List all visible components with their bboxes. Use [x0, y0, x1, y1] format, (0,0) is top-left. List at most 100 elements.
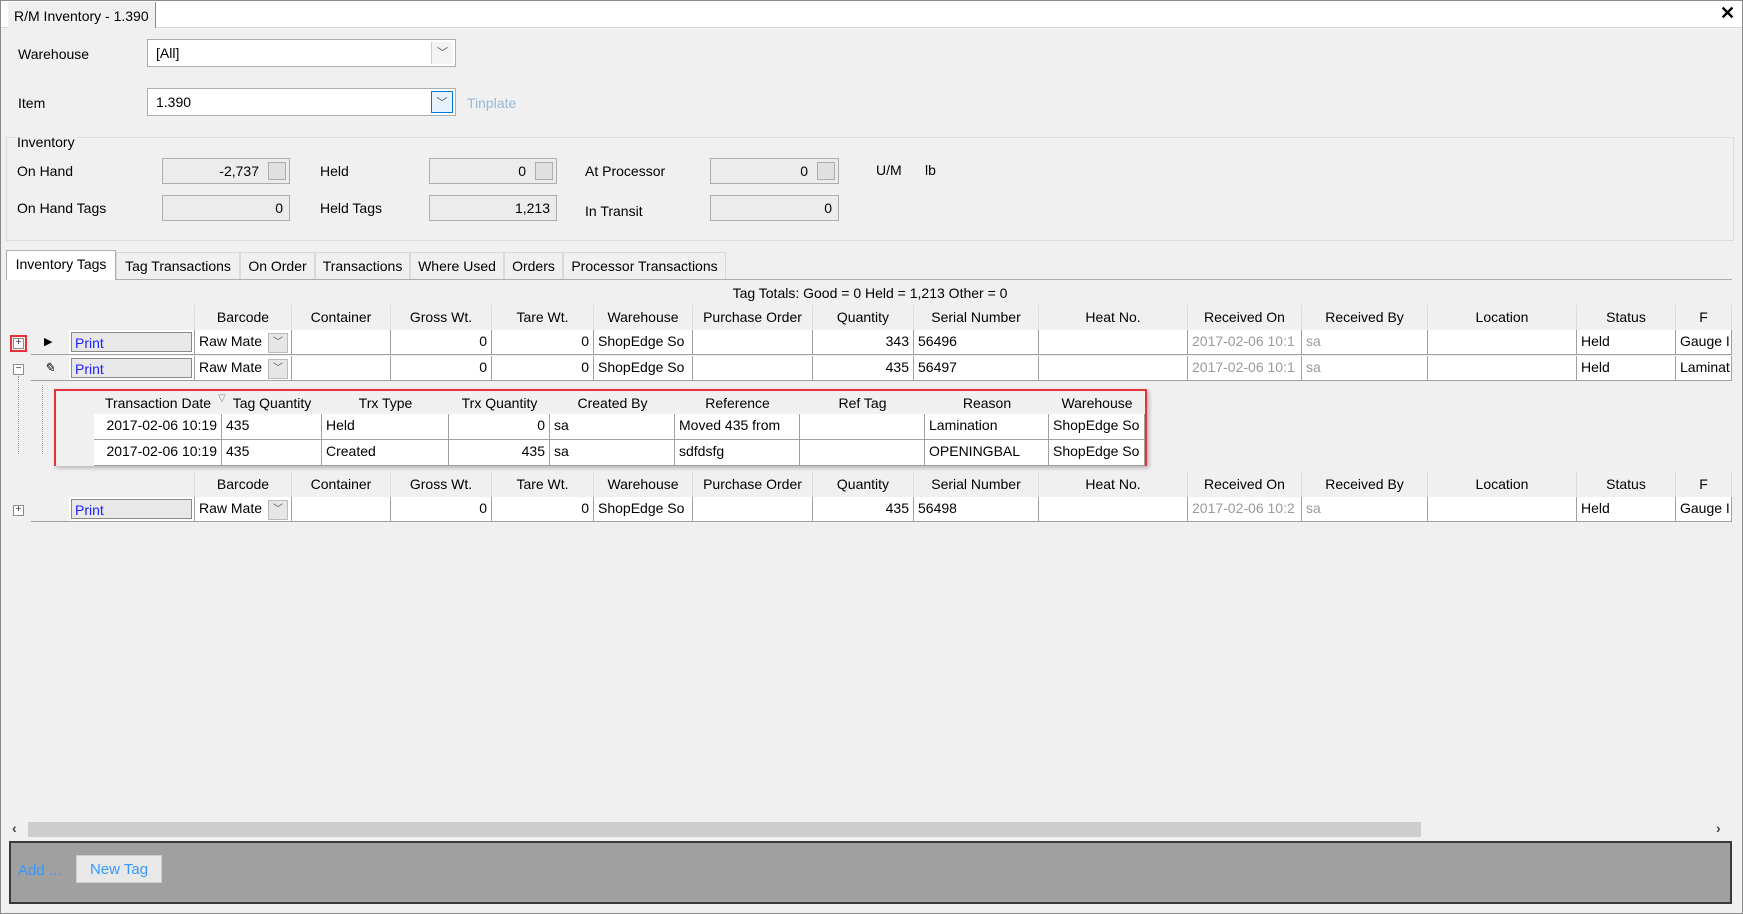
detail-cell: ShopEdge So: [1049, 440, 1145, 466]
tab-tag-transactions[interactable]: Tag Transactions: [116, 252, 240, 279]
scroll-left-icon[interactable]: ‹: [12, 820, 17, 836]
main-col-warehouse[interactable]: Warehouse: [594, 305, 693, 330]
on-hand-button[interactable]: [268, 162, 286, 180]
detail-col-tag-quantity[interactable]: Tag Quantity: [222, 391, 322, 414]
main-col-received-on[interactable]: Received On: [1188, 305, 1302, 330]
tab-where-used[interactable]: Where Used: [410, 252, 504, 279]
cell-text: sa: [1306, 359, 1321, 375]
cell-f: Gauge I: [1676, 330, 1732, 355]
cell-print[interactable]: Print: [69, 330, 195, 355]
print-button[interactable]: Print: [71, 499, 192, 519]
chevron-down-icon[interactable]: ﹀: [268, 500, 288, 520]
cell-text: 343: [885, 333, 909, 349]
chevron-down-icon[interactable]: ﹀: [431, 91, 453, 113]
lower-col-status[interactable]: Status: [1577, 472, 1676, 497]
at-processor-button[interactable]: [817, 162, 835, 180]
filter-icon[interactable]: ▽: [218, 393, 226, 404]
expand-plus-icon[interactable]: +: [13, 505, 24, 516]
cell-text: 56498: [918, 500, 957, 516]
lower-col-tare-wt-[interactable]: Tare Wt.: [492, 472, 594, 497]
main-col-received-by[interactable]: Received By: [1302, 305, 1428, 330]
lower-col-heat-no-[interactable]: Heat No.: [1039, 472, 1188, 497]
cell-serial: 56496: [914, 330, 1039, 355]
main-col-serial-number[interactable]: Serial Number: [914, 305, 1039, 330]
main-col-container[interactable]: Container: [292, 305, 391, 330]
cell-text: Raw Mate: [199, 500, 263, 516]
cell-barcode[interactable]: Raw Mate ﹀: [195, 330, 292, 355]
detail-col-trx-quantity[interactable]: Trx Quantity: [449, 391, 550, 414]
item-combo[interactable]: 1.390 ﹀: [147, 88, 456, 116]
tab-on-order[interactable]: On Order: [240, 252, 315, 279]
lower-col-serial-number[interactable]: Serial Number: [914, 472, 1039, 497]
main-col-location[interactable]: Location: [1428, 305, 1577, 330]
main-col-purchase-order[interactable]: Purchase Order: [693, 305, 813, 330]
cell-barcode[interactable]: Raw Mate ﹀: [195, 356, 292, 381]
detail-col-warehouse[interactable]: Warehouse: [1049, 391, 1145, 414]
main-col-f[interactable]: F: [1676, 305, 1732, 330]
detail-row-header[interactable]: [56, 440, 94, 466]
lower-col-barcode[interactable]: Barcode: [195, 472, 292, 497]
lower-col-warehouse[interactable]: Warehouse: [594, 472, 693, 497]
chevron-down-icon[interactable]: ﹀: [268, 333, 288, 353]
detail-cell: [800, 440, 925, 466]
lower-col-gross-wt-[interactable]: Gross Wt.: [391, 472, 492, 497]
chevron-down-icon[interactable]: ﹀: [268, 359, 288, 379]
cell-location: [1428, 356, 1577, 381]
on-hand-tags-field: 0: [162, 195, 290, 221]
main-col-quantity[interactable]: Quantity: [813, 305, 914, 330]
um-value: lb: [925, 162, 936, 178]
detail-row-header[interactable]: [56, 414, 94, 440]
scroll-right-icon[interactable]: ›: [1716, 820, 1721, 836]
main-col-print[interactable]: [69, 305, 195, 330]
warehouse-combo[interactable]: [All] ﹀: [147, 39, 456, 67]
main-col-barcode[interactable]: Barcode: [195, 305, 292, 330]
detail-col-reason[interactable]: Reason: [925, 391, 1049, 414]
detail-cell: 435: [222, 440, 322, 466]
detail-col-created-by[interactable]: Created By: [550, 391, 675, 414]
held-label: Held: [320, 163, 349, 179]
lower-col-purchase-order[interactable]: Purchase Order: [693, 472, 813, 497]
cell-po: [693, 356, 813, 381]
row-header[interactable]: [31, 497, 69, 522]
cell-print[interactable]: Print: [69, 356, 195, 381]
cell-text: 2017-02-06 10:1: [1192, 359, 1295, 375]
lower-col-location[interactable]: Location: [1428, 472, 1577, 497]
lower-col-received-by[interactable]: Received By: [1302, 472, 1428, 497]
held-button[interactable]: [535, 162, 553, 180]
lower-col-received-on[interactable]: Received On: [1188, 472, 1302, 497]
cell-status: Held: [1577, 330, 1676, 355]
cell-text: 2017-02-06 10:1: [1192, 333, 1295, 349]
detail-col-trx-type[interactable]: Trx Type: [322, 391, 449, 414]
tab-orders[interactable]: Orders: [504, 252, 563, 279]
detail-col-transaction-date[interactable]: Transaction Date: [94, 391, 222, 414]
tab-processor-transactions[interactable]: Processor Transactions: [563, 252, 726, 279]
print-button[interactable]: Print: [71, 332, 192, 352]
main-col-heat-no-[interactable]: Heat No.: [1039, 305, 1188, 330]
lower-col-quantity[interactable]: Quantity: [813, 472, 914, 497]
at-processor-field: 0: [710, 158, 839, 184]
cell-text: Raw Mate: [199, 333, 263, 349]
lower-col-f[interactable]: F: [1676, 472, 1732, 497]
cell-po: [693, 497, 813, 522]
main-col-status[interactable]: Status: [1577, 305, 1676, 330]
cell-print[interactable]: Print: [69, 497, 195, 522]
window-title-tab[interactable]: R/M Inventory - 1.390: [8, 2, 156, 28]
chevron-down-icon[interactable]: ﹀: [431, 42, 453, 64]
print-button[interactable]: Print: [71, 358, 192, 378]
tab-inventory-tags[interactable]: Inventory Tags: [6, 250, 116, 280]
add-link[interactable]: Add ...: [18, 862, 61, 879]
cell-barcode[interactable]: Raw Mate ﹀: [195, 497, 292, 522]
collapse-minus-icon[interactable]: −: [13, 364, 24, 375]
close-icon[interactable]: ✕: [1720, 3, 1735, 24]
lower-col-container[interactable]: Container: [292, 472, 391, 497]
cell-quantity: 435: [813, 497, 914, 522]
new-tag-button[interactable]: New Tag: [76, 855, 162, 883]
main-col-gross-wt-[interactable]: Gross Wt.: [391, 305, 492, 330]
lower-col-print[interactable]: [69, 472, 195, 497]
scrollbar-thumb[interactable]: [28, 822, 1421, 837]
detail-col-reference[interactable]: Reference: [675, 391, 800, 414]
detail-col-ref-tag[interactable]: Ref Tag: [800, 391, 925, 414]
expand-plus-icon[interactable]: +: [10, 335, 27, 352]
main-col-tare-wt-[interactable]: Tare Wt.: [492, 305, 594, 330]
tab-transactions[interactable]: Transactions: [315, 252, 410, 279]
